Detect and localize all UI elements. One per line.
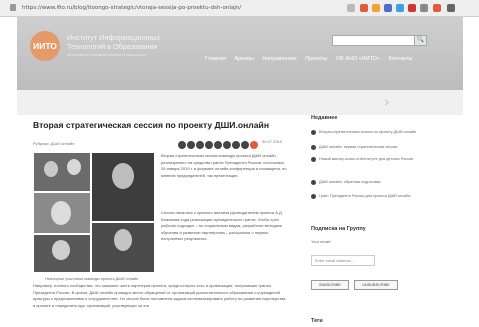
search-button[interactable]: 🔍 bbox=[414, 35, 427, 46]
site-header: ИИТО Институт Информационных Технологий … bbox=[17, 16, 463, 90]
nav-about[interactable]: ОБ АНО «ИИТО» bbox=[336, 56, 380, 62]
logo[interactable]: ИИТО bbox=[30, 31, 60, 61]
photo-4 bbox=[33, 234, 91, 273]
recent-post-link[interactable]: ДШИ онлайн: первая стратегическая сессия bbox=[311, 145, 421, 150]
search-icon: 🔍 bbox=[416, 37, 425, 43]
extension-icon[interactable] bbox=[384, 4, 392, 12]
photo-2 bbox=[91, 152, 155, 222]
extension-icon[interactable] bbox=[396, 4, 404, 12]
share-link-icon[interactable] bbox=[223, 141, 231, 149]
browser-toolbar: https://www.ifio.ru/blog/itoongo-strateg… bbox=[0, 0, 479, 17]
photo-3 bbox=[33, 192, 91, 234]
share-buttons bbox=[178, 136, 259, 149]
bullet-icon bbox=[311, 194, 316, 199]
article-paragraph-1: Вторая стратегическая сессия команды про… bbox=[161, 153, 287, 178]
face bbox=[67, 159, 81, 175]
bullet-icon bbox=[311, 130, 316, 135]
nav-contacts[interactable]: Контакты bbox=[389, 56, 413, 62]
article-paragraph-3: Например, полного сообщества, что заказа… bbox=[33, 283, 286, 308]
photo-collage[interactable] bbox=[33, 152, 155, 273]
star-icon[interactable] bbox=[347, 4, 355, 12]
face bbox=[114, 229, 132, 251]
bullet-icon bbox=[311, 157, 316, 162]
brand-name-line1: Институт Информационных bbox=[67, 33, 161, 42]
bullet-icon bbox=[311, 180, 316, 185]
extension-icon[interactable] bbox=[360, 4, 368, 12]
face bbox=[112, 163, 134, 189]
email-label: Your email: bbox=[311, 239, 331, 244]
subscribe-heading: Подписка на Группу bbox=[311, 226, 366, 232]
article-paragraph-2: Сессия началась с краткого анализа руков… bbox=[161, 210, 283, 241]
share-more-icon[interactable] bbox=[250, 141, 258, 149]
recent-post-link[interactable]: ДШИ онлайн: обратная подготовка bbox=[311, 180, 421, 185]
share-print-icon[interactable] bbox=[241, 141, 249, 149]
unsubscribe-button[interactable]: UNSUBSCRIBE bbox=[354, 280, 398, 290]
menu-icon[interactable] bbox=[447, 4, 455, 12]
search-input[interactable] bbox=[332, 35, 416, 46]
bullet-icon bbox=[311, 145, 316, 150]
lock-icon bbox=[10, 4, 16, 11]
face bbox=[44, 161, 58, 177]
hero-slider: › bbox=[17, 90, 463, 115]
extension-icon[interactable] bbox=[408, 4, 416, 12]
article-rubric[interactable]: Рубрики: ДШИ онлайн bbox=[33, 141, 74, 146]
share-twitter-icon[interactable] bbox=[196, 141, 204, 149]
nav-archives[interactable]: Архивы bbox=[234, 56, 253, 62]
recent-post-link[interactable]: Грант Президента России для проекта ДШИ … bbox=[311, 194, 421, 199]
extension-icon[interactable] bbox=[420, 4, 428, 12]
share-ok-icon[interactable] bbox=[205, 141, 213, 149]
subscribe-button[interactable]: SUBSCRIBE bbox=[311, 280, 349, 290]
extension-icon[interactable] bbox=[433, 4, 441, 12]
email-field[interactable]: Enter email address... bbox=[311, 255, 375, 266]
face bbox=[51, 201, 71, 225]
recent-posts-heading: Недавнее bbox=[311, 115, 338, 121]
brand-tagline: автономная некоммерческая организация bbox=[67, 52, 146, 57]
photo-caption: Некоторые участники команды проекта ДШИ … bbox=[45, 277, 139, 281]
recent-post-link[interactable]: Новый мастер-класс в Институте для детск… bbox=[311, 157, 421, 162]
share-facebook-icon[interactable] bbox=[187, 141, 195, 149]
chevron-right-icon[interactable]: › bbox=[384, 93, 389, 109]
address-bar[interactable]: https://www.ifio.ru/blog/itoongo-strateg… bbox=[22, 3, 372, 13]
photo-1 bbox=[33, 152, 91, 192]
share-mail-icon[interactable] bbox=[214, 141, 222, 149]
photo-5 bbox=[91, 222, 155, 273]
face bbox=[52, 240, 70, 260]
main-nav: Главная Архивы Направления Проекты ОБ АН… bbox=[205, 56, 419, 62]
nav-home[interactable]: Главная bbox=[205, 56, 226, 62]
share-vk-icon[interactable] bbox=[178, 141, 186, 149]
article-date: 30.07.2019 bbox=[262, 139, 283, 144]
tags-heading: Теги bbox=[311, 318, 323, 324]
nav-directions[interactable]: Направления bbox=[262, 56, 296, 62]
extension-icon[interactable] bbox=[372, 4, 380, 12]
article-title: Вторая стратегическая сессия по проекту … bbox=[33, 120, 270, 130]
brand-name-line2: Технологий в Образовании bbox=[67, 42, 158, 51]
recent-post-link[interactable]: Вторая стратегическая сессия по проекту … bbox=[311, 130, 421, 135]
nav-projects[interactable]: Проекты bbox=[305, 56, 327, 62]
share-pinterest-icon[interactable] bbox=[232, 141, 240, 149]
